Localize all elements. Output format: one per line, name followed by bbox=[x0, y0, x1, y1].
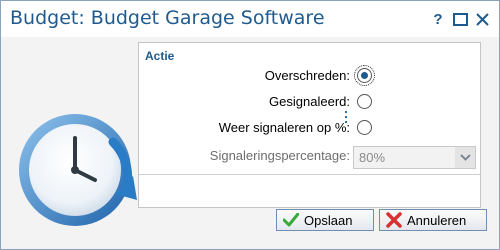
x-icon bbox=[386, 212, 402, 228]
window-title: Budget: Budget Garage Software bbox=[10, 7, 325, 29]
weer-signaleren-radio[interactable] bbox=[357, 120, 372, 135]
checkmark-icon bbox=[283, 213, 299, 227]
overschreden-label: Overschreden: bbox=[264, 68, 350, 83]
clock-icon bbox=[19, 114, 137, 226]
title-bar[interactable]: Budget: Budget Garage Software ? bbox=[1, 1, 499, 37]
overschreden-radio[interactable] bbox=[354, 65, 375, 86]
window-controls: ? bbox=[425, 10, 491, 28]
section-title: Actie bbox=[145, 49, 175, 63]
signaleringspercentage-label: Signaleringspercentage: bbox=[209, 148, 350, 163]
dropdown-button[interactable] bbox=[455, 147, 475, 168]
dialog-window: Budget: Budget Garage Software ? Actie O… bbox=[0, 0, 500, 250]
maximize-icon bbox=[452, 12, 468, 26]
cancel-button[interactable]: Annuleren bbox=[379, 209, 487, 231]
action-section: Actie Overschreden: Gesignaleerd: Weer s… bbox=[138, 42, 481, 208]
gesignaleerd-label: Gesignaleerd: bbox=[269, 94, 350, 109]
maximize-button[interactable] bbox=[451, 10, 469, 28]
close-button[interactable] bbox=[473, 10, 491, 28]
save-button[interactable]: Opslaan bbox=[276, 209, 374, 231]
radio-selected-dot bbox=[361, 72, 368, 79]
weer-signaleren-label: Weer signaleren op %: bbox=[218, 120, 350, 135]
select-value: 80% bbox=[359, 150, 386, 165]
help-button[interactable]: ? bbox=[429, 10, 447, 28]
dialog-content: Actie Overschreden: Gesignaleerd: Weer s… bbox=[1, 37, 499, 249]
close-icon bbox=[475, 12, 489, 26]
chevron-down-icon bbox=[459, 154, 471, 161]
signaleringspercentage-select[interactable]: 80% bbox=[353, 146, 476, 169]
section-divider bbox=[139, 174, 480, 175]
gesignaleerd-radio[interactable] bbox=[357, 94, 372, 109]
save-button-label: Opslaan bbox=[304, 212, 353, 228]
cancel-button-label: Annuleren bbox=[407, 212, 467, 228]
